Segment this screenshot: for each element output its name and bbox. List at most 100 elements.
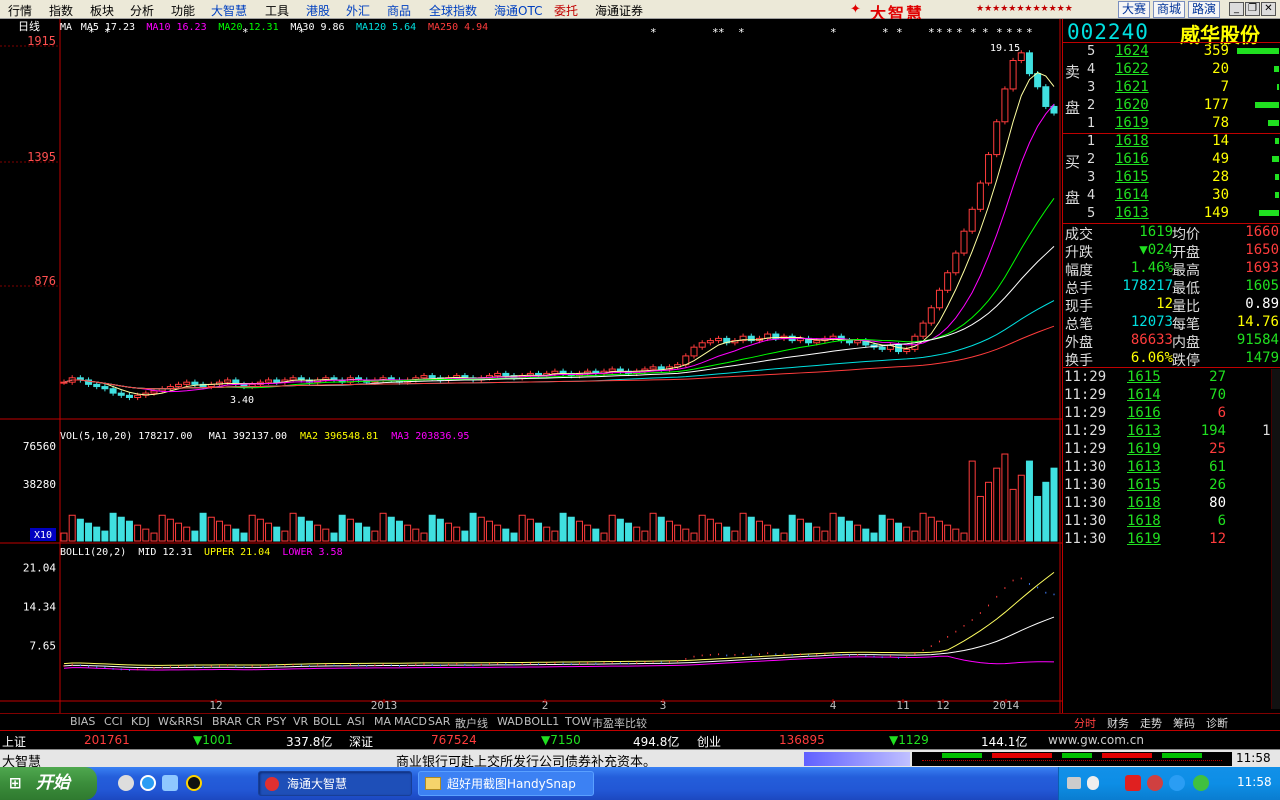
- sh-index-amount: 337.8亿: [286, 735, 333, 749]
- buy-row[interactable]: 2 1616 49: [1063, 151, 1280, 169]
- buy-row[interactable]: 5 1613 149: [1063, 205, 1280, 223]
- tick-time: 11:30: [1064, 477, 1107, 493]
- tick-volume: 80: [1209, 495, 1226, 511]
- sell-row[interactable]: 5 1624 359: [1063, 43, 1280, 61]
- volume-bar: [674, 524, 682, 542]
- indicator-tab[interactable]: 市盈率比较: [592, 715, 647, 731]
- news-progress-bar: [804, 752, 910, 766]
- tick-time: 11:30: [1064, 495, 1107, 511]
- taskbar-item-handysnap[interactable]: 超好用截图HandySnap: [418, 771, 594, 796]
- event-star-icon: *: [738, 26, 745, 39]
- indicator-tab[interactable]: VR: [293, 715, 308, 728]
- menu-item[interactable]: 行情: [8, 2, 32, 19]
- indicator-tab[interactable]: RSI: [185, 715, 203, 728]
- menu-item[interactable]: 委托: [554, 2, 578, 19]
- tick-row[interactable]: 11:291614706: [1063, 387, 1279, 405]
- tick-row[interactable]: 11:301619122: [1063, 531, 1279, 549]
- restore-icon[interactable]: ❐: [1245, 2, 1260, 16]
- side-tab[interactable]: 诊断: [1206, 715, 1228, 731]
- ie-icon[interactable]: [140, 775, 156, 791]
- menu-item[interactable]: 工具: [265, 2, 289, 19]
- taskbar-item-dzh[interactable]: 海通大智慧: [258, 771, 412, 796]
- indicator-tab[interactable]: KDJ: [131, 715, 150, 728]
- volume-icon[interactable]: [1169, 775, 1185, 791]
- tick-time: 11:29: [1064, 423, 1107, 439]
- menu-item[interactable]: 港股: [306, 2, 330, 19]
- menu-item[interactable]: 外汇: [346, 2, 370, 19]
- menu-item[interactable]: 海通OTC: [494, 2, 542, 19]
- start-button[interactable]: ⊞ 开始: [0, 767, 97, 800]
- tick-scrollbar[interactable]: [1271, 369, 1280, 709]
- network-icon[interactable]: [1087, 776, 1099, 790]
- tick-row[interactable]: 11:301615264: [1063, 477, 1279, 495]
- side-tab[interactable]: 走势: [1140, 715, 1162, 731]
- tick-row[interactable]: 11:301618801: [1063, 495, 1279, 513]
- tick-row[interactable]: 11:291615276: [1063, 369, 1279, 387]
- roadshow-button[interactable]: 路演: [1188, 1, 1221, 18]
- qq-icon[interactable]: [186, 775, 202, 791]
- sell-row[interactable]: 2 1620 177: [1063, 97, 1280, 115]
- contest-button[interactable]: 大赛: [1118, 1, 1151, 18]
- volume-bar: [886, 518, 894, 542]
- indicator-tab[interactable]: BOLL: [313, 715, 341, 728]
- side-tab[interactable]: 分时: [1074, 715, 1096, 731]
- buy-row[interactable]: 1 1618 14: [1063, 133, 1280, 151]
- mall-button[interactable]: 商城: [1153, 1, 1186, 18]
- candle-body: [715, 337, 723, 342]
- kline-chart-svg[interactable]: 日线 MA MA5 17.23 MA10 16.23 MA20 12.31 MA30 9.…: [0, 19, 1062, 713]
- indicator-tab[interactable]: TOW: [565, 715, 591, 728]
- tick-row[interactable]: 11:301613614: [1063, 459, 1279, 477]
- website-link[interactable]: www.gw.com.cn: [1048, 733, 1144, 747]
- close-icon[interactable]: ✕: [1261, 2, 1276, 16]
- event-star-icon: *: [882, 26, 889, 39]
- menu-item[interactable]: 全球指数: [429, 2, 477, 19]
- indicator-tab[interactable]: CR: [246, 715, 261, 728]
- security-icon[interactable]: [1193, 775, 1209, 791]
- indicator-tab[interactable]: WAD: [497, 715, 523, 728]
- menu-item[interactable]: 商品: [387, 2, 411, 19]
- side-tab[interactable]: 筹码: [1173, 715, 1195, 731]
- indicator-tab[interactable]: PSY: [266, 715, 286, 728]
- menu-item[interactable]: 海通证券: [595, 2, 643, 19]
- show-desktop-icon[interactable]: [118, 775, 134, 791]
- event-star-icon: *: [104, 26, 111, 39]
- indicator-tab[interactable]: BIAS: [70, 715, 95, 728]
- tick-row[interactable]: 11:29161661: [1063, 405, 1279, 423]
- tick-row[interactable]: 11:291619252: [1063, 441, 1279, 459]
- menu-item[interactable]: 功能: [171, 2, 195, 19]
- menu-item[interactable]: 指数: [49, 2, 73, 19]
- side-tab[interactable]: 财务: [1107, 715, 1129, 731]
- candle-body: [993, 121, 1001, 156]
- buy-row[interactable]: 3 1615 28: [1063, 169, 1280, 187]
- indicator-tab[interactable]: MA: [374, 715, 391, 728]
- volume-legend-label: MA3 203836.95: [391, 431, 469, 442]
- indicator-tab[interactable]: CCI: [104, 715, 123, 728]
- candle-body: [289, 377, 297, 381]
- tick-row[interactable]: 11:30161861: [1063, 513, 1279, 531]
- antivirus-icon[interactable]: [1125, 775, 1141, 791]
- kline-chart-area[interactable]: 日线 MA MA5 17.23 MA10 16.23 MA20 12.31 MA30 9.…: [0, 19, 1062, 713]
- indicator-tab[interactable]: W&R: [158, 715, 185, 728]
- indicator-tab[interactable]: BOLL1: [524, 715, 559, 728]
- sell-row[interactable]: 3 1621 7: [1063, 79, 1280, 97]
- app-tray-icon[interactable]: [1147, 775, 1163, 791]
- menu-item[interactable]: 板块: [90, 2, 114, 19]
- indicator-tab[interactable]: 散户线: [455, 715, 488, 731]
- tick-row[interactable]: 11:29161319415: [1063, 423, 1279, 441]
- indicator-tab[interactable]: MACD: [394, 715, 427, 728]
- sell-row[interactable]: 1 1619 78: [1063, 115, 1280, 133]
- boll-axis-label: 14.34: [23, 600, 56, 613]
- buy-row[interactable]: 4 1614 30: [1063, 187, 1280, 205]
- indicator-tab[interactable]: ASI: [347, 715, 365, 728]
- menu-item[interactable]: 大智慧: [211, 2, 247, 19]
- sell-row[interactable]: 4 1622 20: [1063, 61, 1280, 79]
- sz-index-name: 深证: [349, 735, 374, 749]
- tick-volume: 61: [1209, 459, 1226, 475]
- minimize-icon[interactable]: _: [1229, 2, 1244, 16]
- indicator-tab[interactable]: BRAR: [212, 715, 242, 728]
- keyboard-icon[interactable]: [1067, 777, 1081, 789]
- browser-icon[interactable]: [162, 775, 178, 791]
- menu-item[interactable]: 分析: [130, 2, 154, 19]
- indicator-tab[interactable]: SAR: [428, 715, 450, 728]
- boll-legend-label: UPPER 21.04: [204, 547, 270, 558]
